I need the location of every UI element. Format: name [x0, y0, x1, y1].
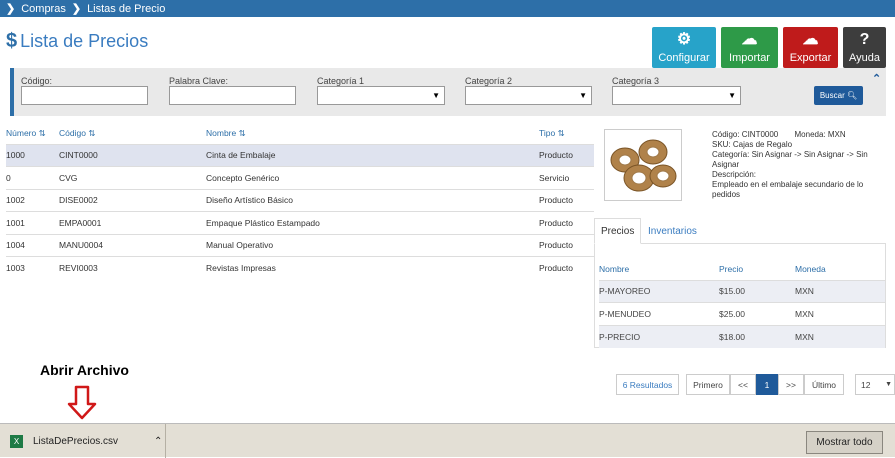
categoria1-label: Categoría 1 [317, 76, 365, 86]
price-row[interactable]: P-MAYOREO $15.00 MXN [599, 279, 885, 303]
header-numero[interactable]: Número ⇅ [6, 124, 59, 144]
header-nombre[interactable]: Nombre ⇅ [206, 124, 539, 144]
prices-header-row: Nombre Precio Moneda [599, 258, 885, 280]
detail-categoria: Categoría: Sin Asignar -> Sin Asignar ->… [712, 150, 868, 169]
exportar-button[interactable]: ☁ Exportar [783, 27, 838, 68]
ayuda-label: Ayuda [849, 52, 880, 64]
detail-moneda: Moneda: MXN [794, 130, 846, 139]
prev-page-button[interactable]: << [730, 374, 756, 395]
cloud-upload-icon: ☁ [741, 31, 758, 48]
page-title-text: Lista de Precios [20, 31, 149, 51]
categoria3-select[interactable]: ▼ [612, 86, 741, 105]
importar-label: Importar [729, 52, 770, 64]
buscar-label: Buscar [819, 91, 845, 100]
ayuda-button[interactable]: ? Ayuda [843, 27, 886, 68]
current-page-button[interactable]: 1 [756, 374, 778, 395]
csv-file-icon: X [10, 434, 23, 448]
caret-down-icon: ▼ [885, 381, 892, 388]
caret-down-icon: ▼ [579, 91, 587, 100]
importar-button[interactable]: ☁ Importar [721, 27, 778, 68]
dollar-icon: $ [6, 30, 18, 52]
table-header-row: Número ⇅ Código ⇅ Nombre ⇅ Tipo ⇅ [6, 124, 594, 144]
show-all-button[interactable]: Mostrar todo [806, 431, 883, 454]
detail-descripcion: Empleado en el embalaje secundario de lo… [712, 180, 864, 199]
table-row[interactable]: 1003 REVI0003 Revistas Impresas Producto [6, 256, 594, 279]
sort-icon: ⇅ [88, 128, 96, 139]
product-table: Número ⇅ Código ⇅ Nombre ⇅ Tipo ⇅ 1000 C… [6, 124, 594, 279]
download-bar: X ListaDePrecios.csv ⌃ Mostrar todo [0, 423, 895, 458]
arrow-down-icon [67, 385, 97, 420]
sort-icon: ⇅ [238, 128, 246, 139]
next-page-button[interactable]: >> [778, 374, 804, 395]
detail-sku: SKU: Cajas de Regalo [712, 140, 793, 149]
question-icon: ? [859, 31, 870, 48]
results-count: 6 Resultados [616, 374, 679, 395]
sort-icon: ⇅ [38, 128, 46, 139]
header-tipo[interactable]: Tipo ⇅ [539, 124, 594, 144]
categoria2-select[interactable]: ▼ [465, 86, 592, 105]
product-detail: Código: CINT0000 Moneda: MXN SKU: Cajas … [712, 130, 882, 200]
caret-down-icon: ▼ [728, 91, 736, 100]
header-codigo[interactable]: Código ⇅ [59, 124, 206, 144]
table-row[interactable]: 0 CVG Concepto Genérico Servicio [6, 166, 594, 189]
categoria3-label: Categoría 3 [612, 76, 660, 86]
categoria2-label: Categoría 2 [465, 76, 513, 86]
price-row[interactable]: P-PRECIO $18.00 MXN [599, 324, 885, 348]
chevron-right-icon: ❯ [71, 3, 82, 15]
palabra-clave-input[interactable] [169, 86, 296, 105]
tab-precios[interactable]: Precios [594, 218, 642, 244]
breadcrumb-listas[interactable]: Listas de Precio [87, 3, 165, 15]
categoria1-select[interactable]: ▼ [317, 86, 445, 105]
last-page-button[interactable]: Último [804, 374, 844, 395]
page-title: $ Lista de Precios [6, 30, 148, 53]
breadcrumb-compras[interactable]: Compras [21, 3, 66, 15]
prices-table: Nombre Precio Moneda P-MAYOREO $15.00 MX… [599, 258, 885, 348]
price-row[interactable]: P-MENUDEO $25.00 MXN [599, 302, 885, 325]
download-item[interactable]: X ListaDePrecios.csv ⌃ [0, 424, 166, 458]
codigo-input[interactable] [21, 86, 148, 105]
cloud-download-icon: ☁ [802, 31, 819, 48]
sort-icon: ⇅ [557, 128, 565, 139]
table-row[interactable]: 1004 MANU0004 Manual Operativo Producto [6, 233, 594, 257]
breadcrumb: ❯ Compras ❯ Listas de Precio [0, 0, 895, 17]
prices-header-moneda: Moneda [795, 263, 826, 274]
annotation-label: Abrir Archivo [40, 362, 129, 378]
table-row[interactable]: 1002 DISE0002 Diseño Artístico Básico Pr… [6, 188, 594, 212]
detail-tabs: Precios Inventarios [594, 218, 886, 244]
detail-codigo: Código: CINT0000 [712, 130, 779, 139]
chevron-up-icon[interactable]: ⌃ [154, 436, 162, 447]
table-row[interactable]: 1000 CINT0000 Cinta de Embalaje Producto [6, 143, 594, 167]
page-size-value: 12 [861, 379, 871, 390]
buscar-button[interactable]: Buscar 🔍︎ [814, 86, 863, 105]
search-icon: 🔍︎ [846, 91, 858, 100]
chevron-right-icon: ❯ [6, 3, 16, 15]
download-filename: ListaDePrecios.csv [33, 435, 119, 447]
configurar-button[interactable]: ⚙ Configurar [652, 27, 716, 68]
table-row[interactable]: 1001 EMPA0001 Empaque Plástico Estampado… [6, 211, 594, 234]
tab-inventarios[interactable]: Inventarios [642, 218, 703, 244]
prices-header-precio: Precio [719, 263, 744, 274]
page-size-select[interactable]: 12 ▼ [855, 374, 895, 395]
caret-down-icon: ▼ [432, 91, 440, 100]
collapse-icon[interactable]: ⌃ [872, 72, 881, 85]
palabra-clave-label: Palabra Clave: [169, 76, 229, 86]
detail-descripcion-label: Descripción: [712, 170, 757, 179]
gears-icon: ⚙ [676, 31, 692, 48]
exportar-label: Exportar [789, 52, 832, 64]
configurar-label: Configurar [658, 52, 710, 64]
product-image [604, 129, 682, 201]
filter-panel: Código: Palabra Clave: Categoría 1 ▼ Cat… [10, 68, 886, 116]
codigo-label: Código: [21, 76, 53, 86]
prices-header-nombre: Nombre [599, 263, 630, 274]
first-page-button[interactable]: Primero [686, 374, 730, 395]
